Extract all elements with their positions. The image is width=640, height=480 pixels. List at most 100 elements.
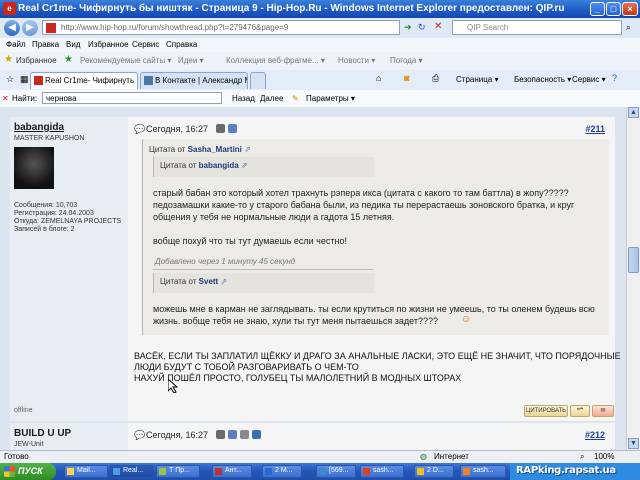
find-options-button[interactable]: Параметры ▾ bbox=[306, 94, 355, 103]
contact-icon[interactable] bbox=[252, 430, 261, 439]
username[interactable]: BUILD U UP bbox=[14, 428, 71, 439]
taskbar-item[interactable]: 2 D... bbox=[414, 465, 454, 478]
post-number[interactable]: #211 bbox=[585, 124, 605, 134]
tab-favicon-icon bbox=[34, 76, 43, 85]
back-icon[interactable]: ◀ bbox=[4, 20, 20, 36]
tray-watermark: RAPking.rapsat.ua bbox=[516, 465, 616, 476]
mouse-cursor-icon bbox=[168, 379, 178, 393]
start-button[interactable]: ПУСК bbox=[0, 463, 56, 480]
address-url: http://www.hip-hop.ru/forum/showthread.p… bbox=[61, 23, 289, 32]
tab-vkontakte[interactable]: В Контакте | Александр М... bbox=[140, 72, 248, 89]
menu-bar: Файл Правка Вид Избранное Сервис Справка bbox=[0, 38, 640, 52]
address-bar[interactable]: http://www.hip-hop.ru/forum/showthread.p… bbox=[42, 20, 400, 35]
close-find-icon[interactable]: ✕ bbox=[2, 94, 9, 103]
taskbar-item[interactable]: sash... bbox=[460, 465, 506, 478]
menu-tools[interactable]: Сервис bbox=[132, 40, 159, 49]
report-icon[interactable] bbox=[216, 124, 225, 133]
link-icon[interactable] bbox=[240, 430, 249, 439]
menu-edit[interactable]: Правка bbox=[32, 40, 59, 49]
user-title: JEW-Unit bbox=[14, 441, 44, 448]
find-input[interactable]: чернова bbox=[42, 92, 222, 104]
taskbar-item[interactable]: Ант... bbox=[212, 465, 252, 478]
search-placeholder: QIP Search bbox=[467, 23, 509, 32]
quote-header: Цитата от babangida ⇗ bbox=[160, 161, 248, 170]
zoom-icon[interactable]: ⌕ bbox=[580, 452, 584, 462]
search-box[interactable]: QIP Search bbox=[452, 20, 622, 35]
fav-item-news[interactable]: Новости ▾ bbox=[338, 56, 375, 65]
reply-button[interactable]: ✉ bbox=[592, 405, 614, 417]
page-menu[interactable]: Страница ▾ bbox=[456, 75, 499, 84]
taskbar-item[interactable]: 2 M... bbox=[262, 465, 302, 478]
go-icon[interactable]: ➔ bbox=[404, 22, 412, 33]
close-button[interactable]: × bbox=[622, 2, 638, 16]
add-favorite-icon[interactable]: ★ bbox=[64, 54, 73, 65]
post-212-userinfo: BUILD U UP JEW-Unit bbox=[10, 423, 129, 450]
fav-item-ideas[interactable]: Идеи ▾ bbox=[178, 56, 204, 65]
scrollbar-thumb[interactable] bbox=[628, 247, 639, 273]
post-date: Сегодня, 16:27 bbox=[146, 430, 209, 440]
quote-inner-1: Цитата от babangida ⇗ bbox=[153, 157, 374, 177]
quote-line: можешь мне в карман не заглядывать. ты е… bbox=[153, 304, 595, 314]
security-menu[interactable]: Безопасность ▾ bbox=[514, 75, 571, 84]
report-icon[interactable] bbox=[216, 430, 225, 439]
avatar[interactable] bbox=[14, 147, 54, 189]
home-icon[interactable]: ⌂ bbox=[376, 73, 381, 83]
page-content: babangida MASTER KAPUSHON Сообщения: 10,… bbox=[0, 107, 626, 450]
tab-real-crime[interactable]: Real Cr1me- Чифирнуть ... bbox=[30, 72, 138, 89]
taskbar-item[interactable]: Mail... bbox=[64, 465, 108, 478]
print-icon[interactable]: ⎙ bbox=[432, 73, 439, 84]
menu-favorites[interactable]: Избранное bbox=[88, 40, 129, 49]
quote-outer: Цитата от Sasha_Martini ⇗ Цитата от baba… bbox=[142, 139, 609, 335]
quote-inner-2: Цитата от Svett ⇗ bbox=[153, 273, 374, 293]
blog-icon[interactable] bbox=[228, 124, 237, 133]
quote-line: общения у тебя не нормальные люди а гадо… bbox=[153, 212, 395, 222]
smiley-icon: ☺ bbox=[461, 314, 472, 325]
vertical-scrollbar[interactable]: ▲ ▼ bbox=[626, 107, 640, 450]
search-icon[interactable]: ⌕ bbox=[626, 22, 631, 33]
favorites-star-icon[interactable]: ★ bbox=[4, 54, 13, 65]
fav-item-webslice[interactable]: Коллекция веб-фрагме... ▾ bbox=[226, 56, 325, 65]
maximize-button[interactable]: □ bbox=[606, 2, 621, 16]
tools-menu[interactable]: Сервис ▾ bbox=[572, 75, 606, 84]
user-stat-location: Откуда: ZEMELNAYA PROJECTS bbox=[14, 218, 122, 225]
favorites-button[interactable]: Избранное bbox=[16, 56, 57, 65]
quick-tabs-icon[interactable]: ▦ bbox=[20, 74, 29, 85]
taskbar-item[interactable]: Real... bbox=[110, 465, 154, 478]
fav-item-weather[interactable]: Погода ▾ bbox=[390, 56, 423, 65]
minimize-button[interactable]: _ bbox=[590, 2, 605, 16]
post-211-body: 💬 Сегодня, 16:27 #211 Цитата от Sasha_Ma… bbox=[128, 117, 621, 421]
tab-label: Real Cr1me- Чифирнуть ... bbox=[45, 76, 138, 85]
menu-help[interactable]: Справка bbox=[166, 40, 197, 49]
fav-item-suggested[interactable]: Рекомендуемые сайты ▾ bbox=[80, 56, 171, 65]
help-icon[interactable]: ? bbox=[612, 73, 617, 83]
feeds-icon[interactable]: ◙ bbox=[404, 73, 409, 83]
menu-view[interactable]: Вид bbox=[66, 40, 80, 49]
forward-icon[interactable]: ▶ bbox=[22, 20, 38, 36]
scroll-down-icon[interactable]: ▼ bbox=[628, 438, 639, 449]
find-bar: ✕ Найти: чернова Назад Далее ✎ Параметры… bbox=[0, 90, 640, 108]
username[interactable]: babangida bbox=[14, 122, 64, 133]
taskbar: ПУСК Mail... Real... Т Пр... Ант... 2 M.… bbox=[0, 463, 640, 480]
user-stat-blog[interactable]: Записей в блоге: 2 bbox=[14, 226, 75, 233]
post-icon: 💬 bbox=[134, 124, 146, 134]
scroll-up-icon[interactable]: ▲ bbox=[628, 107, 639, 118]
taskbar-item[interactable]: sash... bbox=[360, 465, 404, 478]
taskbar-item[interactable]: [569... bbox=[316, 465, 356, 478]
menu-file[interactable]: Файл bbox=[6, 40, 26, 49]
taskbar-item[interactable]: Т Пр... bbox=[156, 465, 200, 478]
blog-icon[interactable] bbox=[228, 430, 237, 439]
find-next-button[interactable]: Далее bbox=[260, 94, 283, 103]
new-tab-button[interactable] bbox=[250, 72, 266, 89]
window-titlebar[interactable]: e Real Cr1me- Чифирнуть бы ништяк - Стра… bbox=[0, 0, 640, 18]
multiquote-button[interactable]: ❝❞ bbox=[570, 405, 590, 417]
offline-status: offline bbox=[14, 407, 33, 414]
zoom-level[interactable]: 100% bbox=[594, 452, 614, 461]
favorites-center-icon[interactable]: ☆ bbox=[6, 74, 14, 85]
post-number[interactable]: #212 bbox=[585, 430, 605, 440]
refresh-icon[interactable]: ↻ bbox=[418, 22, 426, 33]
user-title: MASTER KAPUSHON bbox=[14, 135, 85, 142]
stop-icon[interactable]: ✕ bbox=[434, 21, 442, 32]
quote-button[interactable]: ЦИТИРОВАТЬ bbox=[524, 405, 568, 417]
find-prev-button[interactable]: Назад bbox=[232, 94, 255, 103]
start-label: ПУСК bbox=[18, 466, 43, 476]
